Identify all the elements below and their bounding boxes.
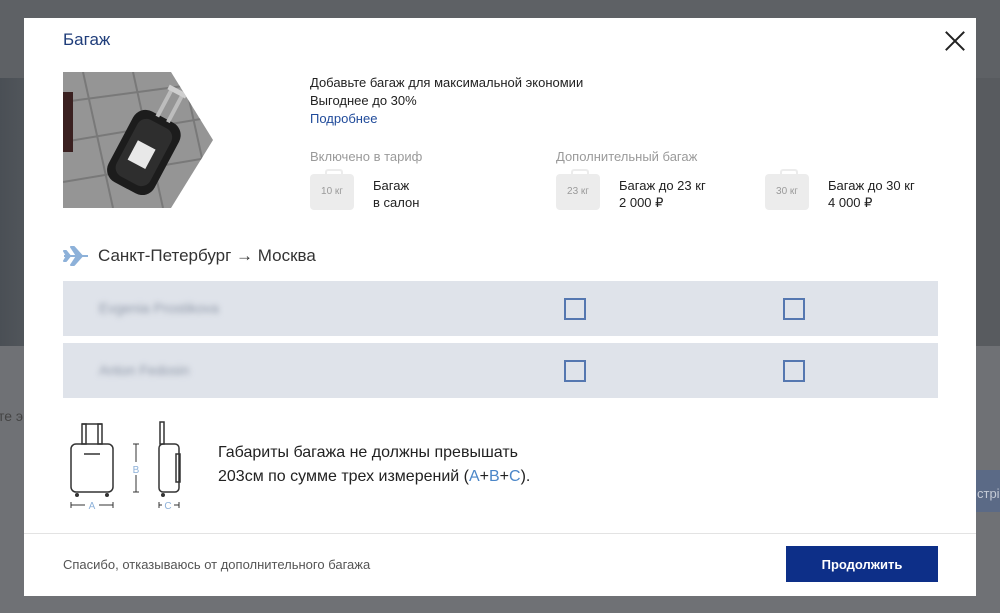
suitcase-icon-text: 23 кг <box>567 186 589 197</box>
dimensions-note-line1: Габариты багажа не должны превышать <box>218 444 518 461</box>
dimension-b: B <box>489 468 500 485</box>
background-text-fragment: те э <box>0 408 24 424</box>
suitcase-icon-text: 10 кг <box>321 186 343 197</box>
route-title: Санкт-Петербург → Москва <box>98 246 316 265</box>
suitcase-icon: 10 кг <box>310 169 354 210</box>
airplane-icon <box>63 246 88 266</box>
option-title: Багаж до 30 кг <box>828 178 915 193</box>
passenger-name: Evgenia Prostikova <box>99 300 219 316</box>
promo-headline: Добавьте багаж для максимальной экономии <box>310 75 584 90</box>
plus-sign: + <box>479 468 489 485</box>
passenger-row: Evgenia Prostikova <box>63 281 938 336</box>
checkbox-baggage-30[interactable] <box>783 298 805 320</box>
decline-baggage-link[interactable]: Спасибо, отказываюсь от дополнительного … <box>63 557 370 572</box>
footer-divider <box>24 533 976 534</box>
more-link[interactable]: Подробнее <box>310 111 377 126</box>
option-price: 4 000 ₽ <box>828 195 873 210</box>
passenger-name: Anton Fedosin <box>99 362 190 378</box>
dim-label-a: A <box>89 501 96 512</box>
checkbox-baggage-23[interactable] <box>564 360 586 382</box>
modal-title: Багаж <box>63 30 111 49</box>
luggage-dimensions-icon: A B C <box>70 421 181 512</box>
checkbox-baggage-30[interactable] <box>783 360 805 382</box>
additional-option-23: Багаж до 23 кг 2 000 ₽ <box>619 177 706 211</box>
dimension-a: A <box>468 468 480 485</box>
passenger-row: Anton Fedosin <box>63 343 938 398</box>
additional-label: Дополнительный багаж <box>556 149 698 164</box>
dim-label-c: C <box>164 501 171 512</box>
included-option-title: Багаж <box>373 178 410 193</box>
suitcase-icon: 30 кг <box>765 169 809 210</box>
dim-label-b: B <box>133 465 140 476</box>
included-label: Включено в тариф <box>310 149 423 164</box>
baggage-modal: Багаж Добавьте багаж для максимальной эк… <box>24 18 976 596</box>
luggage-photo <box>63 72 213 208</box>
dimensions-note-prefix: 203см по сумме трех измерений ( <box>218 468 469 485</box>
dimension-c: C <box>509 468 521 485</box>
suitcase-icon: 23 кг <box>556 169 600 210</box>
continue-button[interactable]: Продолжить <box>786 546 938 582</box>
option-title: Багаж до 23 кг <box>619 178 706 193</box>
checkbox-baggage-23[interactable] <box>564 298 586 320</box>
close-icon[interactable] <box>942 28 968 54</box>
option-price: 2 000 ₽ <box>619 195 664 210</box>
promo-discount: Выгоднее до 30% <box>310 93 417 108</box>
included-option: Багаж в салон <box>373 177 419 211</box>
plus-sign: + <box>499 468 510 485</box>
suitcase-icon-text: 30 кг <box>776 186 798 197</box>
background-button-text: стрі <box>977 486 1000 501</box>
dimensions-note-suffix: ). <box>520 468 531 485</box>
included-option-subtitle: в салон <box>373 195 420 210</box>
dimensions-note-line2: 203см по сумме трех измерений (A+B+C). <box>218 468 530 486</box>
additional-option-30: Багаж до 30 кг 4 000 ₽ <box>828 177 915 211</box>
